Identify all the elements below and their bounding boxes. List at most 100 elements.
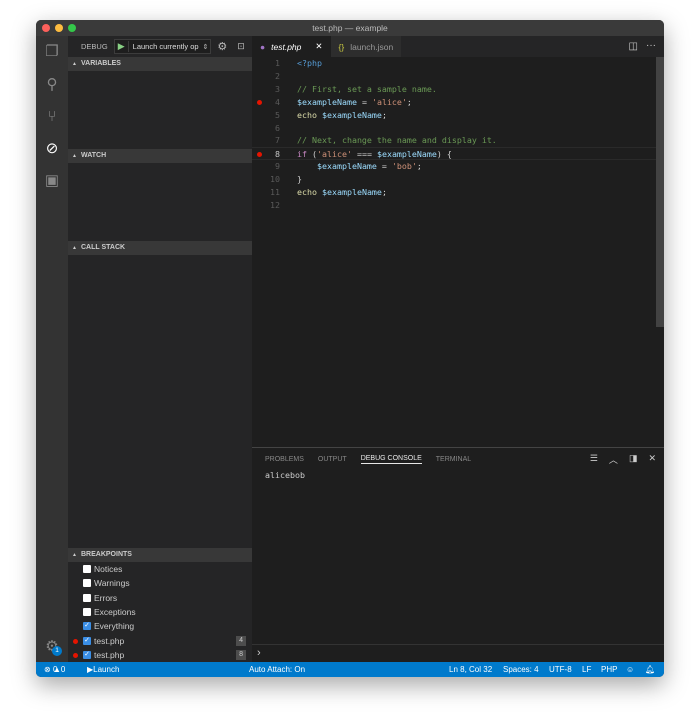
window-title: test.php — example xyxy=(312,23,388,33)
breakpoint-label: Exceptions xyxy=(94,606,136,617)
code-line[interactable]: 3 // First, set a sample name. xyxy=(252,83,664,96)
code-line[interactable]: 6 xyxy=(252,122,664,135)
code-line[interactable]: 10} xyxy=(252,173,664,186)
breakpoint-dot-icon xyxy=(73,638,78,644)
breakpoint-checkbox[interactable] xyxy=(83,607,91,616)
feedback-smiley-icon[interactable]: ☺ xyxy=(626,662,634,677)
notifications-bell-icon[interactable]: 🔔︎ xyxy=(645,662,655,677)
console-output: alicebob xyxy=(265,470,305,480)
code-line[interactable]: 9 $exampleName = 'bob'; xyxy=(252,160,664,173)
language-mode[interactable]: PHP xyxy=(601,662,617,677)
close-window-button[interactable] xyxy=(42,24,50,32)
code-line[interactable]: 12 xyxy=(252,199,664,212)
breakpoint-label: Notices xyxy=(94,564,123,574)
split-editor-icon[interactable]: ◫ xyxy=(629,41,638,52)
breakpoint-item[interactable]: Exceptions xyxy=(68,605,252,619)
breakpoint-checkbox[interactable]: ✓ xyxy=(83,650,91,659)
tab-label: launch.json xyxy=(350,41,394,52)
code-text: $exampleName = 'alice'; xyxy=(297,96,412,107)
indentation[interactable]: Spaces: 4 xyxy=(503,662,539,677)
tab-test-php[interactable]: ● test.php ✕ xyxy=(252,36,331,57)
line-number: 6 xyxy=(275,122,280,133)
tab-output[interactable]: OUTPUT xyxy=(318,456,347,463)
debug-console-icon[interactable]: ⊡ xyxy=(237,41,245,52)
launch-config-select[interactable]: ▶ Launch currently op ⇕ xyxy=(113,39,212,54)
code-line[interactable]: 5 echo $exampleName; xyxy=(252,109,664,122)
close-tab-icon[interactable]: ✕ xyxy=(315,41,322,52)
prompt-chevron-icon: › xyxy=(257,647,261,659)
start-debug-icon[interactable]: ▶ xyxy=(115,41,129,52)
gear-icon[interactable]: ⚙ xyxy=(217,40,227,53)
more-actions-icon[interactable]: ··· xyxy=(646,40,656,51)
tab-terminal[interactable]: TERMINAL xyxy=(436,456,471,463)
editor-scrollbar[interactable] xyxy=(656,57,664,327)
problems-status[interactable]: ⊗ 0 ▲ 0 xyxy=(44,662,65,677)
code-line[interactable]: 2 xyxy=(252,70,664,83)
encoding[interactable]: UTF-8 xyxy=(549,662,572,677)
breakpoint-checkbox[interactable]: ✓ xyxy=(83,622,91,631)
toggle-panel-position-icon[interactable]: ◨ xyxy=(629,453,638,466)
code-line[interactable]: 11 echo $exampleName; xyxy=(252,186,664,199)
tab-problems[interactable]: PROBLEMS xyxy=(265,456,304,463)
maximize-window-button[interactable] xyxy=(68,24,76,32)
code-line[interactable]: 8 if ('alice' === $exampleName) { xyxy=(252,147,664,161)
debug-sidebar: DEBUG ▶ Launch currently op ⇕ ⚙ ⊡ ▲ VARIA… xyxy=(68,36,252,662)
explorer-icon[interactable]: ❐ xyxy=(42,41,62,61)
breakpoint-item[interactable]: ✓ test.php 8 xyxy=(68,648,252,662)
line-ending[interactable]: LF xyxy=(582,662,591,677)
editor: ● test.php ✕ {} launch.json ◫ ··· 1 <?php… xyxy=(252,36,664,447)
maximize-panel-icon[interactable]: ︿ xyxy=(609,453,618,466)
breakpoint-item[interactable]: ✓ Everything xyxy=(68,619,252,633)
variables-header[interactable]: ▲ VARIABLES xyxy=(68,57,252,71)
breakpoint-checkbox[interactable] xyxy=(83,579,91,588)
watch-label: WATCH xyxy=(81,152,107,159)
variables-label: VARIABLES xyxy=(81,60,121,67)
debug-icon[interactable]: ⊘ xyxy=(42,138,62,158)
tab-label: test.php xyxy=(271,41,302,52)
cursor-position[interactable]: Ln 8, Col 32 xyxy=(449,662,492,677)
line-number: 4 xyxy=(275,96,280,107)
line-number: 1 xyxy=(275,58,280,68)
line-number: 5 xyxy=(275,109,280,120)
code-text: } xyxy=(297,174,302,185)
collapse-icon: ▲ xyxy=(72,153,77,159)
select-arrows-icon: ⇕ xyxy=(202,43,209,51)
breakpoints-header[interactable]: ▲ BREAKPOINTS xyxy=(68,548,252,562)
breakpoint-label: Warnings xyxy=(94,578,130,589)
tab-debug-console[interactable]: DEBUG CONSOLE xyxy=(360,455,422,464)
launch-config-value: Launch currently op xyxy=(132,42,199,51)
minimize-window-button[interactable] xyxy=(55,24,63,32)
auto-attach-status[interactable]: Auto Attach: On xyxy=(249,662,305,677)
call-stack-header[interactable]: ▲ CALL STACK xyxy=(68,241,252,255)
line-number: 10 xyxy=(270,174,280,185)
breakpoint-label: test.php xyxy=(94,649,125,660)
breakpoint-checkbox[interactable]: ✓ xyxy=(83,636,91,645)
activity-bar: ❐ ⚲ ⑂ ⊘ ▣ ⚙ 1 xyxy=(36,36,68,662)
php-file-icon: ● xyxy=(260,41,266,52)
collapse-icon: ▲ xyxy=(72,61,77,67)
code-line[interactable]: 4 $exampleName = 'alice'; xyxy=(252,96,664,109)
code-text: <?php xyxy=(297,58,322,68)
console-input[interactable]: › xyxy=(252,644,664,663)
close-panel-icon[interactable]: ✕ xyxy=(648,453,656,466)
line-number: 2 xyxy=(275,70,280,81)
code-line[interactable]: 7 // Next, change the name and display it… xyxy=(252,134,664,147)
breakpoint-item[interactable]: Warnings xyxy=(68,576,252,590)
search-icon[interactable]: ⚲ xyxy=(42,74,62,94)
tab-launch-json[interactable]: {} launch.json xyxy=(330,36,402,57)
breakpoint-checkbox[interactable] xyxy=(83,565,91,573)
breakpoint-label: Errors xyxy=(94,592,118,603)
vscode-window: test.php — example ❐ ⚲ ⑂ ⊘ ▣ ⚙ 1 DEBUG ▶… xyxy=(36,20,664,677)
breakpoint-item[interactable]: ✓ test.php 4 xyxy=(68,634,252,648)
debug-toolbar: DEBUG ▶ Launch currently op ⇕ ⚙ ⊡ xyxy=(68,36,252,57)
clear-console-icon[interactable]: ☰ xyxy=(590,453,598,466)
breakpoint-item[interactable]: Errors xyxy=(68,591,252,605)
extensions-icon[interactable]: ▣ xyxy=(42,170,62,190)
watch-header[interactable]: ▲ WATCH xyxy=(68,149,252,163)
launch-status[interactable]: ▶ Launch currently open script (example) xyxy=(87,662,119,677)
source-control-icon[interactable]: ⑂ xyxy=(42,106,62,126)
code-line[interactable]: 1 <?php xyxy=(252,57,664,70)
breakpoint-item[interactable]: Notices xyxy=(68,562,252,576)
settings-badge: 1 xyxy=(52,646,62,656)
breakpoint-checkbox[interactable] xyxy=(83,593,91,602)
